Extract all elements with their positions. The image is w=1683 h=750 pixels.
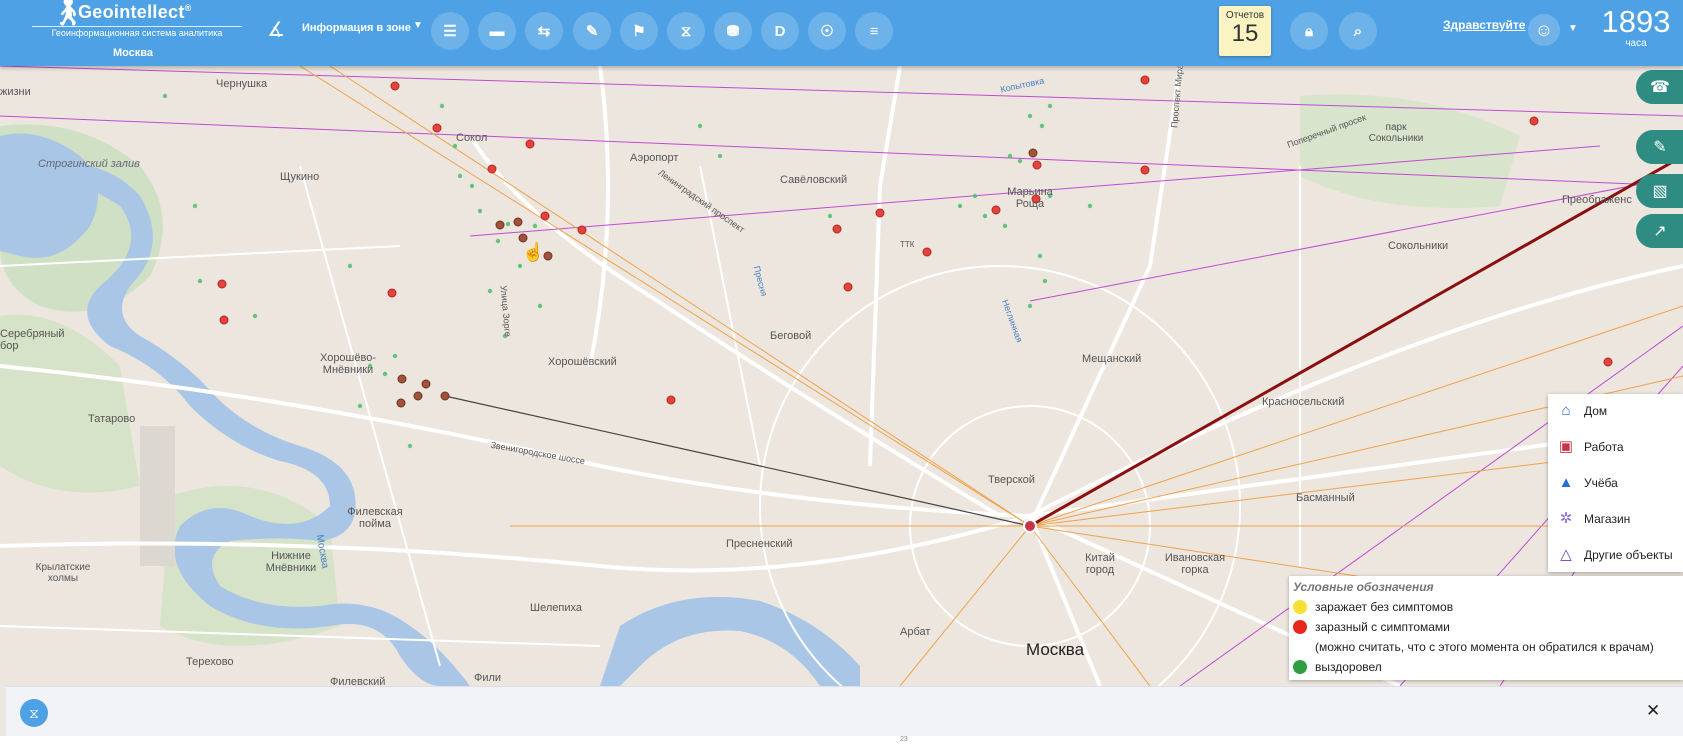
briefcase-icon: ▣ [1558, 438, 1574, 455]
map-label: Савёловский [780, 174, 848, 186]
map-label: Мещанский [1082, 353, 1142, 365]
hours-value: 1893 [1601, 4, 1671, 39]
map-label: Серебряный бор [0, 328, 65, 352]
map-label: Фили [474, 672, 502, 684]
hourglass-icon[interactable]: ⧖ [667, 12, 705, 50]
map-label: Нижние Мнёвники [265, 550, 317, 574]
map-label: парк Сокольники [1368, 122, 1424, 144]
search-icon[interactable]: ⌕ [1339, 12, 1377, 50]
greeting-link[interactable]: Здравствуйте [1443, 18, 1525, 32]
hourglass-icon[interactable]: ⧖ [20, 699, 48, 727]
hours-counter: 1893 часа [1596, 2, 1676, 49]
reports-count: 15 [1231, 20, 1259, 47]
map-label: Марьина Роща [1007, 186, 1053, 210]
map-label: Беговой [770, 330, 812, 342]
hand-cursor-icon: ☝ [522, 242, 545, 262]
map-label: Пресненский [726, 538, 793, 550]
poi-shop[interactable]: ✲ Магазин [1556, 506, 1631, 532]
d-letter-icon[interactable]: D [761, 12, 799, 50]
brand-name: Geointellect® [78, 2, 192, 22]
sliders-icon[interactable]: ≡ [855, 12, 893, 50]
map-label: Ивановская горка [1164, 552, 1226, 576]
timeline-tick: 23 [900, 736, 908, 743]
legend-item: заражает без симптомов [1293, 600, 1453, 614]
red-dot-icon [1293, 620, 1307, 634]
zone-info-select[interactable]: Информация в зоне [302, 22, 411, 34]
chevron-down-icon[interactable]: ▼ [1568, 23, 1578, 34]
map-label: Филевская пойма [347, 506, 403, 530]
map-label: Щукино [280, 171, 320, 183]
map-label: Шелепиха [530, 602, 582, 614]
poi-other[interactable]: △ Другие объекты [1556, 542, 1672, 568]
map-label: Красносельский [1262, 396, 1345, 408]
poi-type-panel: ⌂ Дом ▣ Работа ▲ Учёба ✲ Магазин △ Другие объ… [1548, 394, 1683, 572]
graduation-icon: ▲ [1558, 474, 1574, 491]
tent-icon: △ [1560, 546, 1572, 563]
cart-icon: ✲ [1559, 510, 1573, 527]
reports-counter[interactable]: Отчетов 15 [1219, 6, 1271, 56]
map-label: Аэропорт [630, 152, 679, 164]
map-label: Преображенс [1562, 194, 1632, 206]
map-label: Чернушка [216, 78, 268, 90]
brand-tagline: Геоинформационная система аналитика [32, 26, 242, 38]
map-label: Филевский [330, 676, 386, 686]
map-label: Татарово [88, 413, 136, 425]
legend-title: Условные обозначения [1293, 580, 1434, 594]
map-label: Тверской [988, 474, 1035, 486]
poi-study[interactable]: ▲ Учёба [1556, 470, 1618, 496]
chevron-down-icon[interactable]: ▼ [413, 20, 423, 31]
lock-icon[interactable]: 🔒︎ [1290, 12, 1328, 50]
layers-icon[interactable]: ☰ [431, 12, 469, 50]
legend-item: выздоровел [1293, 660, 1382, 674]
green-dot-icon [1293, 660, 1307, 674]
avatar[interactable]: ☺ [1528, 14, 1560, 46]
timeline-bar: ⧖ ✕ [6, 686, 1683, 737]
close-icon[interactable]: ✕ [1646, 701, 1660, 721]
poi-work[interactable]: ▣ Работа [1556, 434, 1624, 460]
coins-icon[interactable]: ⛃ [714, 12, 752, 50]
legend-item: заразный с симптомами [1293, 620, 1450, 634]
marker-icon[interactable]: ⚑ [620, 12, 658, 50]
map-label: Строгинский залив [38, 158, 140, 170]
chart-icon[interactable]: ↗ [1636, 214, 1683, 248]
poi-home[interactable]: ⌂ Дом [1556, 398, 1607, 424]
map-label: Китай город [1085, 552, 1115, 576]
id-card-icon[interactable]: ▬ [478, 12, 516, 50]
map-label: Терехово [186, 656, 234, 668]
map-label: Крылатские холмы [35, 562, 91, 584]
map-label: Сокол [456, 132, 488, 144]
map-label: ТТК [900, 240, 915, 249]
map-legend: Условные обозначения заражает без симпто… [1289, 576, 1683, 680]
toggle-icon[interactable]: ⇆ [525, 12, 563, 50]
app-logo[interactable]: 🚶︎ Geointellect® Геоинформационная систе… [28, 0, 242, 66]
timeline-strip: 23 [0, 736, 1683, 750]
phone-icon[interactable]: ☎ [1636, 70, 1683, 104]
work-marker [1023, 519, 1037, 533]
map-label-city: Москва [1026, 640, 1085, 659]
map-label: Хорошёво-Мнёвники [319, 352, 376, 376]
network-icon[interactable]: ☉ [808, 12, 846, 50]
map-layers-icon[interactable]: ▧ [1636, 174, 1683, 208]
current-city: Москва [112, 47, 154, 59]
map-label: Сокольники [1388, 240, 1449, 252]
eraser-icon[interactable]: ✎ [1636, 130, 1683, 164]
edit-icon[interactable]: ✎ [573, 12, 611, 50]
top-toolbar: 🚶︎ Geointellect® Геоинформационная систе… [0, 0, 1683, 66]
home-icon: ⌂ [1561, 402, 1571, 419]
yellow-dot-icon [1293, 600, 1307, 614]
map-label: Арбат [900, 626, 931, 638]
map-label: жизни [0, 86, 31, 98]
zone-tool-icon[interactable]: ∡ [264, 18, 288, 42]
map-label: Басманный [1296, 492, 1355, 504]
map-label: Хорошёвский [548, 356, 617, 368]
legend-note: (можно считать, что с этого момента он о… [1315, 640, 1654, 654]
